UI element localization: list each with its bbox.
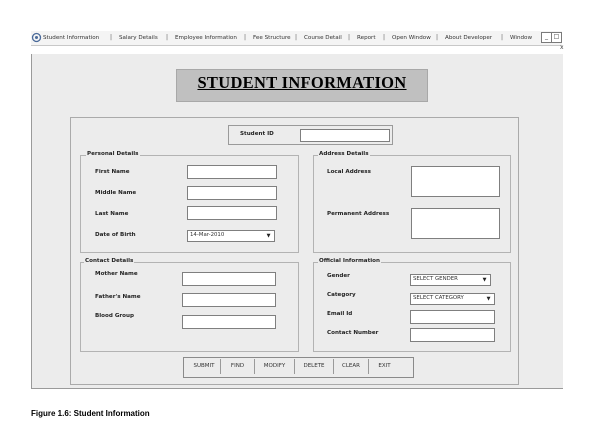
mother-name-input[interactable] (182, 272, 276, 286)
middle-name-label: Middle Name (95, 190, 137, 196)
clear-button[interactable]: CLEAR (334, 359, 369, 374)
menu-separator: | (295, 34, 298, 41)
menu-open-window[interactable]: Open Window (392, 33, 431, 43)
menu-separator: | (166, 34, 169, 41)
mother-name-label: Mother Name (95, 271, 138, 277)
email-label: Email Id (327, 311, 353, 317)
modify-button[interactable]: MODIFY (255, 359, 295, 374)
student-id-label: Student ID (240, 131, 274, 137)
menu-course-detail[interactable]: Course Detail (304, 33, 342, 43)
dob-label: Date of Birth (95, 232, 136, 238)
app-icon (31, 32, 42, 43)
contact-number-input[interactable] (410, 328, 495, 342)
father-name-label: Father's Name (95, 294, 141, 300)
category-select[interactable]: SELECT CATEGORY ▼ (410, 293, 495, 305)
menu-window[interactable]: Window (510, 33, 532, 43)
personal-details-legend: Personal Details (86, 151, 140, 157)
menu-separator: | (244, 34, 247, 41)
category-value: SELECT CATEGORY (413, 295, 464, 301)
dob-picker[interactable]: 14-Mar-2010 ▼ (187, 230, 275, 242)
contact-details-legend: Contact Details (84, 258, 135, 264)
student-id-input[interactable] (300, 129, 390, 142)
email-input[interactable] (410, 310, 495, 324)
close-button[interactable]: x (560, 44, 564, 51)
local-address-input[interactable] (411, 166, 500, 197)
permanent-address-label: Permanent Address (327, 211, 390, 217)
first-name-label: First Name (95, 169, 130, 175)
delete-button[interactable]: DELETE (295, 359, 334, 374)
exit-button[interactable]: EXIT (369, 359, 400, 374)
chevron-down-icon[interactable]: ▼ (480, 276, 489, 284)
menu-salary-details[interactable]: Salary Details (119, 33, 158, 43)
address-details-legend: Address Details (318, 151, 370, 157)
blood-group-label: Blood Group (95, 313, 134, 319)
menu-separator: | (110, 34, 113, 41)
restore-button[interactable]: □ (551, 32, 562, 43)
submit-button[interactable]: SUBMIT (188, 359, 221, 374)
category-label: Category (327, 292, 356, 298)
blood-group-input[interactable] (182, 315, 276, 329)
gender-value: SELECT GENDER (413, 276, 458, 282)
title-banner: STUDENT INFORMATION (176, 69, 428, 102)
menu-student-information[interactable]: Student Information (43, 33, 99, 43)
last-name-label: Last Name (95, 211, 129, 217)
chevron-down-icon[interactable]: ▼ (484, 295, 493, 303)
menu-employee-information[interactable]: Employee Information (175, 33, 237, 43)
gender-select[interactable]: SELECT GENDER ▼ (410, 274, 491, 286)
dob-value: 14-Mar-2010 (190, 232, 225, 238)
action-button-bar: SUBMIT FIND MODIFY DELETE CLEAR EXIT (183, 357, 414, 378)
page-title: STUDENT INFORMATION (197, 73, 407, 92)
permanent-address-input[interactable] (411, 208, 500, 239)
menu-fee-structure[interactable]: Fee Structure (253, 33, 291, 43)
contact-number-label: Contact Number (327, 330, 379, 336)
middle-name-input[interactable] (187, 186, 277, 200)
menu-report[interactable]: Report (357, 33, 376, 43)
menu-separator: | (436, 34, 439, 41)
menu-separator: | (501, 34, 504, 41)
first-name-input[interactable] (187, 165, 277, 179)
last-name-input[interactable] (187, 206, 277, 220)
menu-separator: | (348, 34, 351, 41)
father-name-input[interactable] (182, 293, 276, 307)
chevron-down-icon[interactable]: ▼ (264, 232, 273, 240)
figure-caption: Figure 1.6: Student Information (31, 409, 150, 418)
menu-separator: | (383, 34, 386, 41)
gender-label: Gender (327, 273, 350, 279)
find-button[interactable]: FIND (221, 359, 255, 374)
official-information-legend: Official Information (318, 258, 381, 264)
menu-about-developer[interactable]: About Developer (445, 33, 492, 43)
local-address-label: Local Address (327, 169, 371, 175)
menu-bar: Student Information | Salary Details | E… (31, 31, 562, 46)
